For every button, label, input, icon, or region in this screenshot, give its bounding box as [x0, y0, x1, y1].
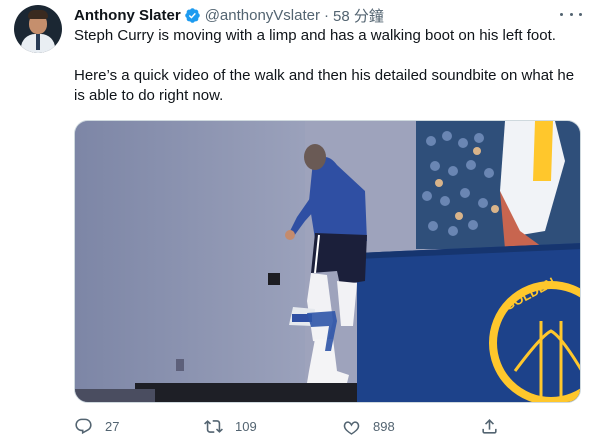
more-dot — [579, 12, 582, 16]
reply-button[interactable]: 27 — [74, 414, 119, 438]
tweet-timestamp[interactable]: 58 分鐘 — [333, 5, 384, 26]
video-frame: GOLDEN — [75, 121, 580, 402]
reply-count: 27 — [105, 418, 120, 434]
tweet[interactable]: Anthony Slater @anthonyVslater · 58 分鐘 S… — [0, 0, 605, 446]
like-button[interactable]: 898 — [342, 414, 395, 438]
share-icon — [482, 418, 497, 434]
author-avatar[interactable] — [14, 5, 62, 53]
author-name[interactable]: Anthony Slater — [74, 7, 181, 24]
avatar-hair — [28, 10, 48, 19]
retweet-button[interactable]: 109 — [204, 414, 257, 438]
tweet-video[interactable]: GOLDEN — [74, 120, 581, 403]
tweet-text: Steph Curry is moving with a limp and ha… — [74, 26, 589, 106]
reply-icon — [75, 418, 92, 434]
heart-icon — [343, 420, 360, 435]
retweet-count: 109 — [235, 418, 257, 434]
tweet-actions: 27 109 898 — [74, 414, 514, 438]
tweet-header: Anthony Slater @anthonyVslater · 58 分鐘 — [74, 5, 384, 25]
like-count: 898 — [373, 418, 395, 434]
more-horizontal-icon[interactable] — [560, 4, 582, 24]
author-handle[interactable]: @anthonyVslater — [205, 7, 320, 24]
verified-badge-icon — [184, 7, 200, 23]
tweet-text-line: Steph Curry is moving with a limp and ha… — [74, 27, 556, 44]
avatar-tie — [36, 34, 40, 50]
share-button[interactable] — [480, 414, 499, 438]
retweet-icon — [204, 419, 223, 433]
more-dot — [569, 12, 573, 16]
tweet-text-line: Here’s a quick video of the walk and the… — [74, 67, 575, 104]
separator-dot: · — [323, 6, 329, 24]
more-dot — [560, 12, 563, 16]
